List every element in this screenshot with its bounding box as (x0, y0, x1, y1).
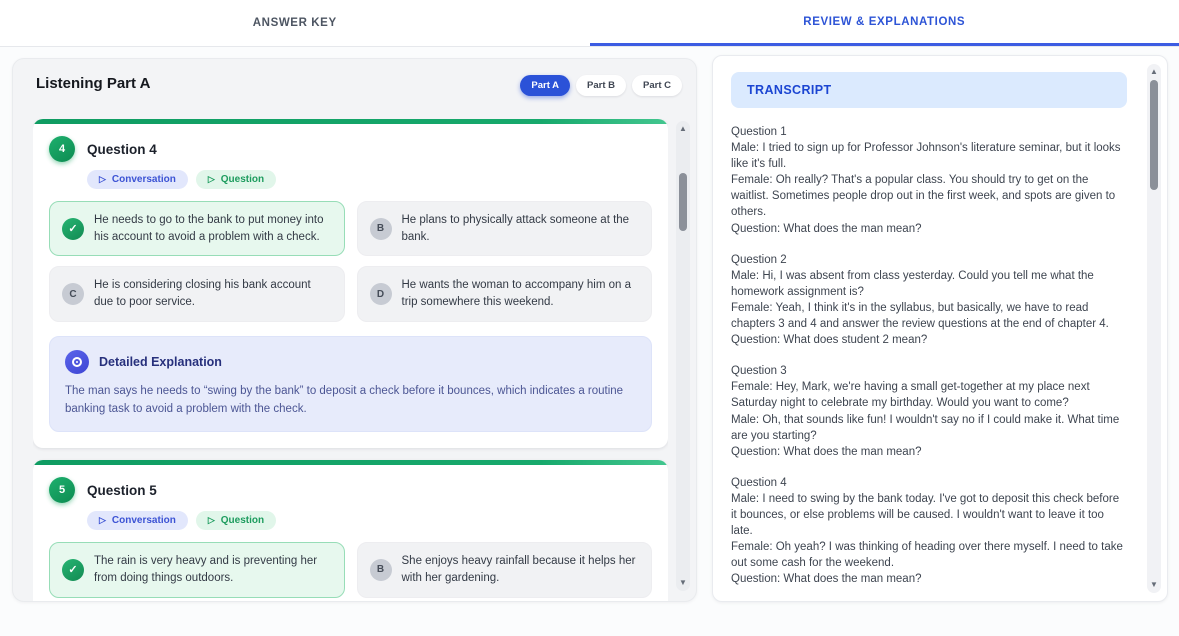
play-question-button[interactable]: ▷ Question (196, 170, 276, 189)
answer-option-b[interactable]: B He plans to physically attack someone … (357, 201, 653, 256)
target-icon (65, 350, 89, 374)
scrollbar-track[interactable]: ▲ ▼ (676, 121, 690, 591)
question-title: Question 5 (87, 483, 157, 498)
transcript-line: Question: What does student 2 mean? (731, 332, 1127, 348)
option-text: He wants the woman to accompany him on a… (402, 277, 640, 310)
play-conversation-button[interactable]: ▷ Conversation (87, 170, 188, 189)
transcript-line: Female: Hey, Mark, we're having a small … (731, 379, 1127, 411)
transcript-line: Question: What does the man mean? (731, 571, 1127, 587)
transcript-question-label: Question 2 (731, 252, 1127, 268)
transcript-line: Male: Hi, I was absent from class yester… (731, 268, 1127, 300)
transcript-panel: TRANSCRIPT Question 1 Male: I tried to s… (712, 55, 1168, 602)
scroll-up-button[interactable]: ▲ (1147, 68, 1161, 76)
play-icon: ▷ (208, 516, 215, 525)
tab-review-explanations[interactable]: REVIEW & EXPLANATIONS (590, 0, 1179, 46)
scrollbar-thumb[interactable] (1150, 80, 1158, 190)
transcript-question-label: Question 1 (731, 124, 1127, 140)
option-text: The rain is very heavy and is preventing… (94, 553, 332, 586)
transcript-question-label: Question 3 (731, 363, 1127, 379)
explanation-text: The man says he needs to “swing by the b… (65, 383, 636, 419)
transcript-line: Question: What does the man mean? (731, 221, 1127, 237)
answer-option-a-correct[interactable]: ✓ He needs to go to the bank to put mone… (49, 201, 345, 256)
transcript-line: Female: Yeah, I think it's in the syllab… (731, 300, 1127, 332)
scroll-up-button[interactable]: ▲ (676, 125, 690, 133)
option-letter: D (370, 283, 392, 305)
option-letter: B (370, 559, 392, 581)
option-text: He plans to physically attack someone at… (402, 212, 640, 245)
section-title: Listening Part A (36, 75, 150, 92)
question-number-badge: 4 (49, 136, 75, 162)
answer-option-c[interactable]: C He is considering closing his bank acc… (49, 266, 345, 321)
part-c-button[interactable]: Part C (632, 75, 682, 96)
transcript-line: Male: I tried to sign up for Professor J… (731, 140, 1127, 172)
audio-badges: ▷ Conversation ▷ Question (87, 170, 652, 189)
audio-badges: ▷ Conversation ▷ Question (87, 511, 652, 530)
top-tab-bar: ANSWER KEY REVIEW & EXPLANATIONS (0, 0, 1179, 47)
badge-label: Conversation (112, 174, 176, 185)
explanation-box: Detailed Explanation The man says he nee… (49, 336, 652, 433)
tab-answer-key[interactable]: ANSWER KEY (0, 0, 590, 46)
part-tabs: Part A Part B Part C (520, 75, 682, 96)
transcript-line: Female: Oh yeah? I was thinking of headi… (731, 539, 1127, 571)
transcript-content: Question 1 Male: I tried to sign up for … (731, 124, 1127, 599)
scroll-down-button[interactable]: ▼ (676, 579, 690, 587)
play-icon: ▷ (99, 516, 106, 525)
question-card-5: 5 Question 5 ▷ Conversation ▷ Question (33, 460, 668, 601)
option-letter: B (370, 218, 392, 240)
play-question-button[interactable]: ▷ Question (196, 511, 276, 530)
transcript-entry-1: Question 1 Male: I tried to sign up for … (731, 124, 1127, 237)
transcript-question-label: Question 4 (731, 475, 1127, 491)
transcript-entry-4: Question 4 Male: I need to swing by the … (731, 475, 1127, 588)
option-text: She enjoys heavy rainfall because it hel… (402, 553, 640, 586)
transcript-entry-3: Question 3 Female: Hey, Mark, we're havi… (731, 363, 1127, 460)
play-conversation-button[interactable]: ▷ Conversation (87, 511, 188, 530)
transcript-header: TRANSCRIPT (731, 72, 1127, 108)
check-icon: ✓ (62, 218, 84, 240)
option-letter: C (62, 283, 84, 305)
badge-label: Question (221, 174, 264, 185)
transcript-title: TRANSCRIPT (747, 83, 832, 97)
answer-option-a-correct[interactable]: ✓ The rain is very heavy and is preventi… (49, 542, 345, 597)
answer-option-b[interactable]: B She enjoys heavy rainfall because it h… (357, 542, 653, 597)
answer-option-d[interactable]: D He wants the woman to accompany him on… (357, 266, 653, 321)
option-text: He is considering closing his bank accou… (94, 277, 332, 310)
part-b-button[interactable]: Part B (576, 75, 626, 96)
part-a-button[interactable]: Part A (520, 75, 570, 96)
questions-panel: Listening Part A Part A Part B Part C 4 … (12, 58, 697, 602)
play-icon: ▷ (208, 175, 215, 184)
transcript-line: Question: What does the man mean? (731, 444, 1127, 460)
scrollbar-track[interactable]: ▲ ▼ (1147, 64, 1161, 593)
badge-label: Conversation (112, 515, 176, 526)
options-grid: ✓ He needs to go to the bank to put mone… (49, 201, 652, 322)
transcript-line: Female: Oh really? That's a popular clas… (731, 172, 1127, 220)
transcript-line: Male: Oh, that sounds like fun! I wouldn… (731, 412, 1127, 444)
question-number-badge: 5 (49, 477, 75, 503)
scroll-down-button[interactable]: ▼ (1147, 581, 1161, 589)
transcript-entry-2: Question 2 Male: Hi, I was absent from c… (731, 252, 1127, 349)
check-icon: ✓ (62, 559, 84, 581)
badge-label: Question (221, 515, 264, 526)
question-card-4: 4 Question 4 ▷ Conversation ▷ Question (33, 119, 668, 448)
options-grid: ✓ The rain is very heavy and is preventi… (49, 542, 652, 601)
question-title: Question 4 (87, 142, 157, 157)
play-icon: ▷ (99, 175, 106, 184)
scrollbar-thumb[interactable] (679, 173, 687, 231)
option-text: He needs to go to the bank to put money … (94, 212, 332, 245)
explanation-title: Detailed Explanation (99, 355, 222, 369)
question-list: 4 Question 4 ▷ Conversation ▷ Question (33, 119, 668, 601)
transcript-line: Male: I need to swing by the bank today.… (731, 491, 1127, 539)
